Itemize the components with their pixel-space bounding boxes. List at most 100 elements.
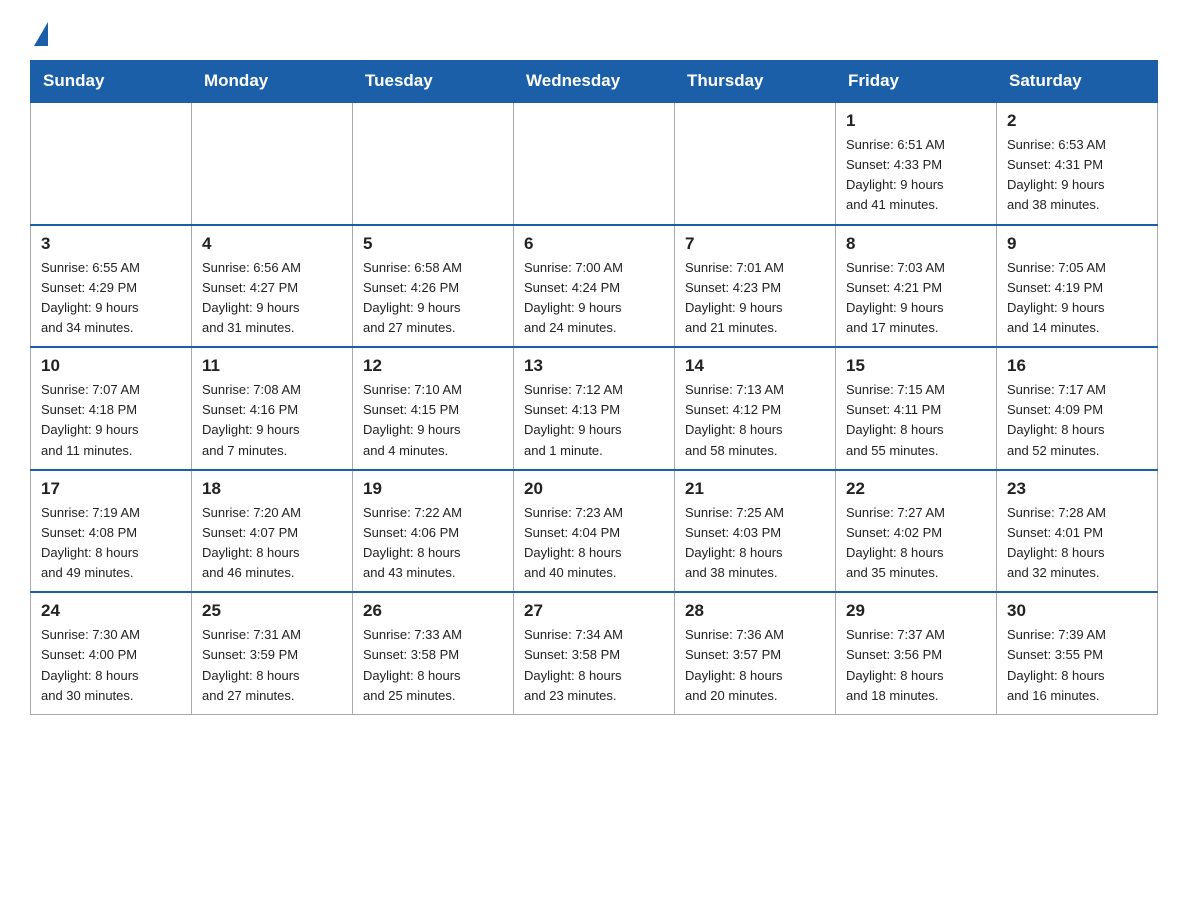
calendar-cell: 3 Sunrise: 6:55 AM Sunset: 4:29 PM Daylig… bbox=[31, 225, 192, 348]
day-number: 19 bbox=[363, 479, 503, 499]
day-info: Sunrise: 7:31 AM Sunset: 3:59 PM Dayligh… bbox=[202, 625, 342, 706]
calendar-cell: 1 Sunrise: 6:51 AM Sunset: 4:33 PM Daylig… bbox=[836, 102, 997, 225]
day-info: Sunrise: 7:12 AM Sunset: 4:13 PM Dayligh… bbox=[524, 380, 664, 461]
calendar-cell: 21 Sunrise: 7:25 AM Sunset: 4:03 PM Dayli… bbox=[675, 470, 836, 593]
day-info: Sunrise: 6:58 AM Sunset: 4:26 PM Dayligh… bbox=[363, 258, 503, 339]
day-number: 3 bbox=[41, 234, 181, 254]
calendar-cell: 19 Sunrise: 7:22 AM Sunset: 4:06 PM Dayli… bbox=[353, 470, 514, 593]
day-number: 2 bbox=[1007, 111, 1147, 131]
calendar-cell bbox=[514, 102, 675, 225]
day-number: 25 bbox=[202, 601, 342, 621]
day-info: Sunrise: 7:30 AM Sunset: 4:00 PM Dayligh… bbox=[41, 625, 181, 706]
day-number: 1 bbox=[846, 111, 986, 131]
day-info: Sunrise: 7:34 AM Sunset: 3:58 PM Dayligh… bbox=[524, 625, 664, 706]
weekday-header-thursday: Thursday bbox=[675, 61, 836, 103]
calendar-cell: 24 Sunrise: 7:30 AM Sunset: 4:00 PM Dayli… bbox=[31, 592, 192, 714]
calendar-cell: 28 Sunrise: 7:36 AM Sunset: 3:57 PM Dayli… bbox=[675, 592, 836, 714]
calendar-week-1: 1 Sunrise: 6:51 AM Sunset: 4:33 PM Daylig… bbox=[31, 102, 1158, 225]
day-number: 26 bbox=[363, 601, 503, 621]
calendar-cell: 10Sunrise: 7:07 AM Sunset: 4:18 PM Dayli… bbox=[31, 347, 192, 470]
day-number: 5 bbox=[363, 234, 503, 254]
calendar-cell: 20 Sunrise: 7:23 AM Sunset: 4:04 PM Dayli… bbox=[514, 470, 675, 593]
calendar-cell: 7 Sunrise: 7:01 AM Sunset: 4:23 PM Daylig… bbox=[675, 225, 836, 348]
day-number: 14 bbox=[685, 356, 825, 376]
calendar-cell: 26Sunrise: 7:33 AM Sunset: 3:58 PM Dayli… bbox=[353, 592, 514, 714]
calendar-cell bbox=[31, 102, 192, 225]
calendar-table: SundayMondayTuesdayWednesdayThursdayFrid… bbox=[30, 60, 1158, 715]
day-number: 29 bbox=[846, 601, 986, 621]
calendar-cell: 17 Sunrise: 7:19 AM Sunset: 4:08 PM Dayli… bbox=[31, 470, 192, 593]
day-info: Sunrise: 7:07 AM Sunset: 4:18 PM Dayligh… bbox=[41, 380, 181, 461]
day-info: Sunrise: 6:51 AM Sunset: 4:33 PM Dayligh… bbox=[846, 135, 986, 216]
calendar-cell bbox=[675, 102, 836, 225]
day-number: 17 bbox=[41, 479, 181, 499]
day-number: 23 bbox=[1007, 479, 1147, 499]
day-info: Sunrise: 7:19 AM Sunset: 4:08 PM Dayligh… bbox=[41, 503, 181, 584]
calendar-cell: 18 Sunrise: 7:20 AM Sunset: 4:07 PM Dayli… bbox=[192, 470, 353, 593]
calendar-cell: 5 Sunrise: 6:58 AM Sunset: 4:26 PM Daylig… bbox=[353, 225, 514, 348]
calendar-cell: 23Sunrise: 7:28 AM Sunset: 4:01 PM Dayli… bbox=[997, 470, 1158, 593]
page-header bbox=[30, 20, 1158, 42]
calendar-cell: 22 Sunrise: 7:27 AM Sunset: 4:02 PM Dayli… bbox=[836, 470, 997, 593]
day-info: Sunrise: 7:25 AM Sunset: 4:03 PM Dayligh… bbox=[685, 503, 825, 584]
day-number: 16 bbox=[1007, 356, 1147, 376]
day-info: Sunrise: 7:00 AM Sunset: 4:24 PM Dayligh… bbox=[524, 258, 664, 339]
day-info: Sunrise: 6:55 AM Sunset: 4:29 PM Dayligh… bbox=[41, 258, 181, 339]
day-number: 7 bbox=[685, 234, 825, 254]
day-info: Sunrise: 6:53 AM Sunset: 4:31 PM Dayligh… bbox=[1007, 135, 1147, 216]
weekday-header-row: SundayMondayTuesdayWednesdayThursdayFrid… bbox=[31, 61, 1158, 103]
day-number: 11 bbox=[202, 356, 342, 376]
day-info: Sunrise: 7:10 AM Sunset: 4:15 PM Dayligh… bbox=[363, 380, 503, 461]
day-number: 22 bbox=[846, 479, 986, 499]
logo bbox=[30, 20, 48, 42]
calendar-cell: 25 Sunrise: 7:31 AM Sunset: 3:59 PM Dayli… bbox=[192, 592, 353, 714]
day-info: Sunrise: 7:13 AM Sunset: 4:12 PM Dayligh… bbox=[685, 380, 825, 461]
weekday-header-saturday: Saturday bbox=[997, 61, 1158, 103]
day-info: Sunrise: 7:20 AM Sunset: 4:07 PM Dayligh… bbox=[202, 503, 342, 584]
day-number: 6 bbox=[524, 234, 664, 254]
day-number: 24 bbox=[41, 601, 181, 621]
day-number: 20 bbox=[524, 479, 664, 499]
day-number: 8 bbox=[846, 234, 986, 254]
day-info: Sunrise: 7:05 AM Sunset: 4:19 PM Dayligh… bbox=[1007, 258, 1147, 339]
day-info: Sunrise: 7:03 AM Sunset: 4:21 PM Dayligh… bbox=[846, 258, 986, 339]
day-number: 9 bbox=[1007, 234, 1147, 254]
weekday-header-friday: Friday bbox=[836, 61, 997, 103]
calendar-cell: 11 Sunrise: 7:08 AM Sunset: 4:16 PM Dayli… bbox=[192, 347, 353, 470]
day-info: Sunrise: 7:22 AM Sunset: 4:06 PM Dayligh… bbox=[363, 503, 503, 584]
calendar-cell: 13Sunrise: 7:12 AM Sunset: 4:13 PM Dayli… bbox=[514, 347, 675, 470]
day-number: 18 bbox=[202, 479, 342, 499]
day-number: 30 bbox=[1007, 601, 1147, 621]
day-info: Sunrise: 7:08 AM Sunset: 4:16 PM Dayligh… bbox=[202, 380, 342, 461]
calendar-cell: 15 Sunrise: 7:15 AM Sunset: 4:11 PM Dayli… bbox=[836, 347, 997, 470]
day-info: Sunrise: 7:27 AM Sunset: 4:02 PM Dayligh… bbox=[846, 503, 986, 584]
calendar-cell: 14 Sunrise: 7:13 AM Sunset: 4:12 PM Dayli… bbox=[675, 347, 836, 470]
calendar-week-3: 10Sunrise: 7:07 AM Sunset: 4:18 PM Dayli… bbox=[31, 347, 1158, 470]
day-info: Sunrise: 7:39 AM Sunset: 3:55 PM Dayligh… bbox=[1007, 625, 1147, 706]
day-number: 28 bbox=[685, 601, 825, 621]
day-number: 21 bbox=[685, 479, 825, 499]
calendar-week-2: 3 Sunrise: 6:55 AM Sunset: 4:29 PM Daylig… bbox=[31, 225, 1158, 348]
weekday-header-tuesday: Tuesday bbox=[353, 61, 514, 103]
day-info: Sunrise: 7:23 AM Sunset: 4:04 PM Dayligh… bbox=[524, 503, 664, 584]
day-number: 12 bbox=[363, 356, 503, 376]
day-info: Sunrise: 7:15 AM Sunset: 4:11 PM Dayligh… bbox=[846, 380, 986, 461]
day-info: Sunrise: 7:17 AM Sunset: 4:09 PM Dayligh… bbox=[1007, 380, 1147, 461]
day-number: 4 bbox=[202, 234, 342, 254]
calendar-week-5: 24 Sunrise: 7:30 AM Sunset: 4:00 PM Dayli… bbox=[31, 592, 1158, 714]
calendar-cell: 2 Sunrise: 6:53 AM Sunset: 4:31 PM Daylig… bbox=[997, 102, 1158, 225]
calendar-cell: 16 Sunrise: 7:17 AM Sunset: 4:09 PM Dayli… bbox=[997, 347, 1158, 470]
calendar-cell: 4 Sunrise: 6:56 AM Sunset: 4:27 PM Daylig… bbox=[192, 225, 353, 348]
calendar-cell: 30 Sunrise: 7:39 AM Sunset: 3:55 PM Dayli… bbox=[997, 592, 1158, 714]
day-info: Sunrise: 7:36 AM Sunset: 3:57 PM Dayligh… bbox=[685, 625, 825, 706]
calendar-cell bbox=[353, 102, 514, 225]
day-info: Sunrise: 7:01 AM Sunset: 4:23 PM Dayligh… bbox=[685, 258, 825, 339]
day-number: 15 bbox=[846, 356, 986, 376]
day-number: 27 bbox=[524, 601, 664, 621]
calendar-week-4: 17 Sunrise: 7:19 AM Sunset: 4:08 PM Dayli… bbox=[31, 470, 1158, 593]
calendar-cell: 8 Sunrise: 7:03 AM Sunset: 4:21 PM Daylig… bbox=[836, 225, 997, 348]
day-info: Sunrise: 6:56 AM Sunset: 4:27 PM Dayligh… bbox=[202, 258, 342, 339]
calendar-cell: 27 Sunrise: 7:34 AM Sunset: 3:58 PM Dayli… bbox=[514, 592, 675, 714]
calendar-cell bbox=[192, 102, 353, 225]
calendar-cell: 29Sunrise: 7:37 AM Sunset: 3:56 PM Dayli… bbox=[836, 592, 997, 714]
